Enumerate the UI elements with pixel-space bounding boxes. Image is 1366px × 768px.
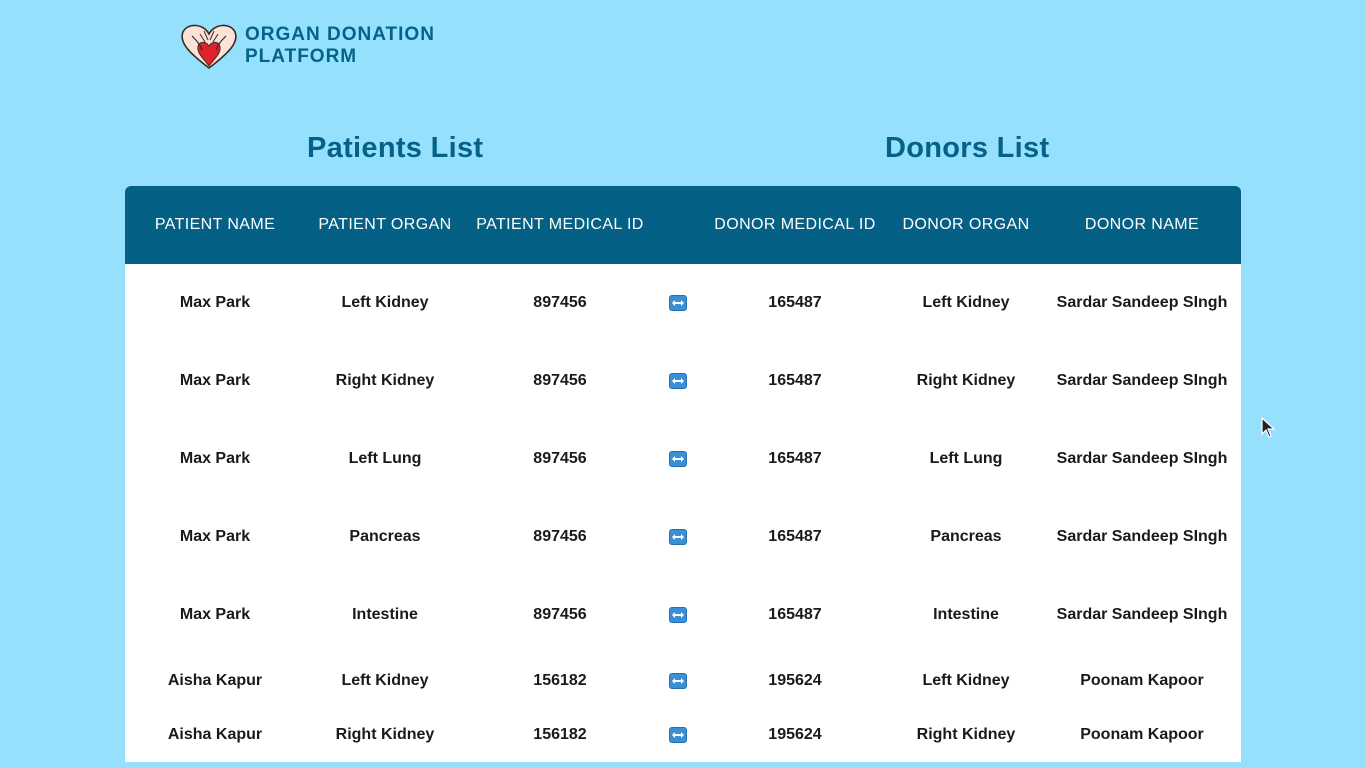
cell-patient-name: Max Park [179,294,251,311]
cell-patient-id: 897456 [533,450,587,467]
cell-patient-id: 156182 [533,672,587,689]
cell-donor-name: Sardar Sandeep SIngh [1056,528,1228,545]
cell-patient-name: Max Park [179,372,251,389]
table-header-row: PATIENT NAME PATIENT ORGAN PATIENT MEDIC… [125,186,1241,264]
header-patient-medical-id: PATIENT MEDICAL ID [476,216,644,233]
table-row: Aisha Kapur Left Kidney 156182 195624 Le… [125,654,1241,708]
table-body: Max Park Left Kidney 897456 165487 Left … [125,264,1241,762]
cell-swap [655,708,701,762]
table-row: Max Park Left Kidney 897456 165487 Left … [125,264,1241,342]
cell-donor-name: Poonam Kapoor [1080,672,1204,689]
cell-patient-organ: Left Kidney [341,672,429,689]
cell-swap [655,264,701,342]
cell-donor-organ: Left Kidney [922,294,1010,311]
cell-donor-organ: Right Kidney [916,726,1016,743]
cell-donor-id: 165487 [768,294,822,311]
cell-patient-name: Max Park [179,528,251,545]
swap-arrows-icon[interactable] [669,672,687,689]
page: ORGAN DONATION PLATFORM Patients List Do… [0,0,1366,768]
cell-patient-name: Max Park [179,606,251,623]
cell-donor-name: Sardar Sandeep SIngh [1056,294,1228,311]
mouse-cursor-icon [1261,417,1276,438]
cell-patient-name: Aisha Kapur [167,672,263,689]
cell-donor-organ: Intestine [933,606,999,623]
cell-patient-id: 897456 [533,606,587,623]
cell-patient-name: Max Park [179,450,251,467]
heart-hands-icon [181,24,237,70]
swap-arrows-icon[interactable] [669,294,687,311]
cell-donor-organ: Left Kidney [922,672,1010,689]
header-swap [655,186,701,264]
brand-line-2: PLATFORM [245,46,358,67]
cell-swap [655,420,701,498]
cell-patient-id: 156182 [533,726,587,743]
cell-patient-organ: Right Kidney [335,726,435,743]
header-donor-medical-id: DONOR MEDICAL ID [714,216,876,233]
header-patient-name: PATIENT NAME [154,216,276,233]
cell-patient-id: 897456 [533,528,587,545]
table-row: Max Park Intestine 897456 165487 Intesti… [125,576,1241,654]
table-row: Aisha Kapur Right Kidney 156182 195624 R… [125,708,1241,762]
cell-swap [655,498,701,576]
swap-arrows-icon[interactable] [669,528,687,545]
cell-swap [655,654,701,708]
swap-arrows-icon[interactable] [669,450,687,467]
matches-table-container: PATIENT NAME PATIENT ORGAN PATIENT MEDIC… [125,186,1241,762]
cell-donor-name: Sardar Sandeep SIngh [1056,606,1228,623]
cell-donor-id: 165487 [768,372,822,389]
cell-donor-name: Poonam Kapoor [1080,726,1204,743]
cell-swap [655,576,701,654]
matches-table: PATIENT NAME PATIENT ORGAN PATIENT MEDIC… [125,186,1241,762]
cell-patient-id: 897456 [533,294,587,311]
cell-patient-organ: Intestine [352,606,418,623]
cell-donor-id: 195624 [768,672,822,689]
cell-patient-organ: Left Lung [348,450,422,467]
cell-patient-organ: Left Kidney [341,294,429,311]
cell-donor-organ: Left Lung [929,450,1003,467]
donors-list-title: Donors List [885,132,1050,164]
cell-donor-id: 165487 [768,606,822,623]
cell-patient-organ: Pancreas [349,528,421,545]
patients-list-title: Patients List [307,132,484,164]
brand-logo-link[interactable]: ORGAN DONATION PLATFORM [180,22,435,70]
cell-donor-organ: Pancreas [930,528,1002,545]
brand-line-1: ORGAN DONATION [245,24,435,45]
header-donor-name: DONOR NAME [1084,216,1200,233]
cell-swap [655,342,701,420]
cell-donor-name: Sardar Sandeep SIngh [1056,372,1228,389]
cell-donor-name: Sardar Sandeep SIngh [1056,450,1228,467]
cell-donor-organ: Right Kidney [916,372,1016,389]
cell-donor-id: 165487 [768,450,822,467]
brand-name: ORGAN DONATION PLATFORM [245,24,435,68]
cell-patient-name: Aisha Kapur [167,726,263,743]
swap-arrows-icon[interactable] [669,372,687,389]
cell-donor-id: 195624 [768,726,822,743]
table-row: Max Park Left Lung 897456 165487 Left Lu… [125,420,1241,498]
table-row: Max Park Right Kidney 897456 165487 Righ… [125,342,1241,420]
cell-donor-id: 165487 [768,528,822,545]
cell-patient-id: 897456 [533,372,587,389]
swap-arrows-icon[interactable] [669,606,687,623]
swap-arrows-icon[interactable] [669,726,687,743]
cell-patient-organ: Right Kidney [335,372,435,389]
header-donor-organ: DONOR ORGAN [902,216,1030,233]
table-row: Max Park Pancreas 897456 165487 Pancreas… [125,498,1241,576]
header-patient-organ: PATIENT ORGAN [318,216,452,233]
